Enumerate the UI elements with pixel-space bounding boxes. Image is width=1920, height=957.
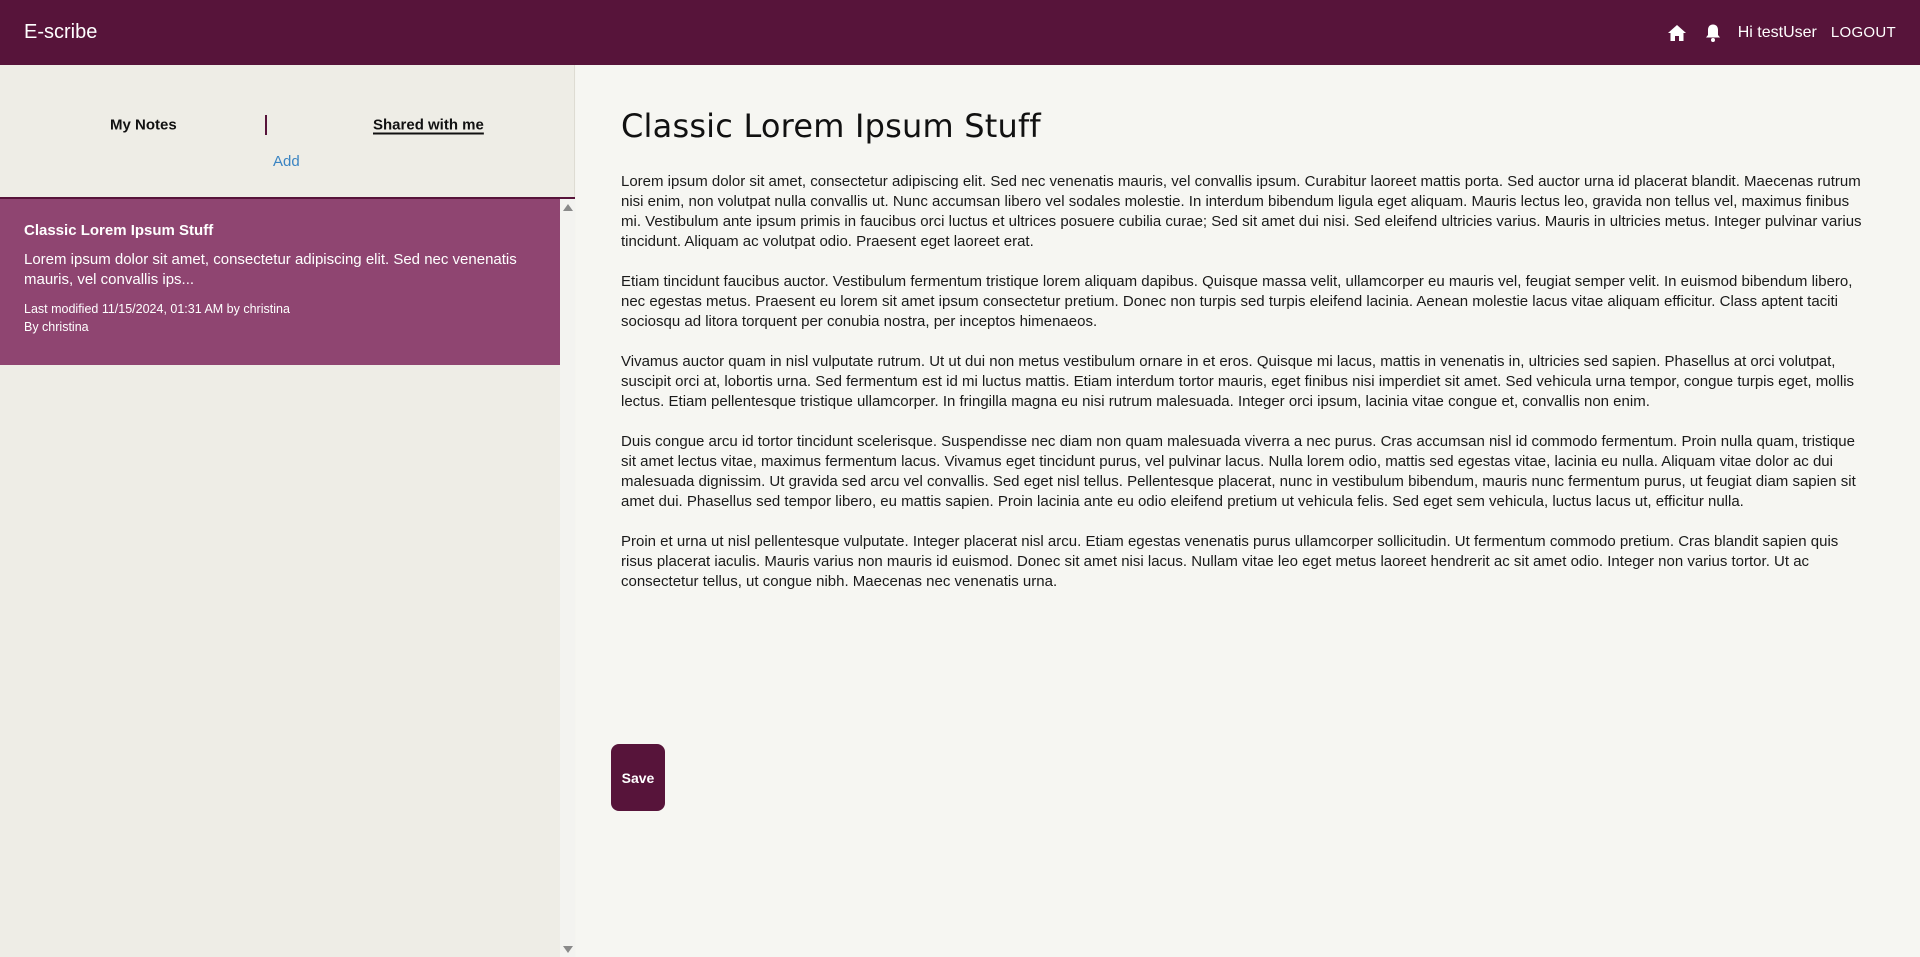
top-bar: E-scribe Hi testUser LOGOUT (0, 0, 1920, 65)
tab-divider (265, 115, 267, 135)
note-item-title: Classic Lorem Ipsum Stuff (24, 222, 214, 239)
home-icon[interactable] (1666, 22, 1688, 44)
logout-button[interactable]: LOGOUT (1831, 24, 1896, 41)
note-paragraph: Proin et urna ut nisl pellentesque vulpu… (621, 533, 1839, 590)
tab-shared-with-me[interactable]: Shared with me (373, 117, 484, 134)
note-item-preview: Lorem ipsum dolor sit amet, consectetur … (24, 251, 517, 288)
notes-tabs: My Notes Shared with me (0, 110, 575, 140)
save-button[interactable]: Save (611, 744, 665, 811)
tab-my-notes[interactable]: My Notes (110, 117, 177, 134)
note-item-author: By christina (24, 320, 89, 334)
add-note-link[interactable]: Add (273, 153, 300, 170)
note-title[interactable]: Classic Lorem Ipsum Stuff (621, 107, 1041, 145)
top-bar-actions: Hi testUser LOGOUT (1666, 22, 1896, 44)
scroll-down-arrow-icon[interactable] (563, 946, 573, 953)
note-body[interactable]: Lorem ipsum dolor sit amet, consectetur … (621, 172, 1871, 612)
note-paragraph: Duis congue arcu id tortor tincidunt sce… (621, 433, 1856, 510)
notes-sidebar: My Notes Shared with me Add Classic Lore… (0, 65, 575, 957)
note-paragraph: Vivamus auctor quam in nisl vulputate ru… (621, 353, 1855, 410)
note-list-item[interactable]: Classic Lorem Ipsum Stuff Lorem ipsum do… (0, 199, 560, 365)
notes-scrollbar[interactable] (560, 199, 575, 957)
note-item-modified: Last modified 11/15/2024, 01:31 AM by ch… (24, 302, 290, 316)
scroll-up-arrow-icon[interactable] (563, 204, 573, 211)
note-editor: Classic Lorem Ipsum Stuff Lorem ipsum do… (576, 65, 1920, 957)
app-brand[interactable]: E-scribe (24, 21, 97, 44)
user-greeting: Hi testUser (1737, 23, 1817, 41)
bell-icon[interactable] (1702, 22, 1724, 44)
note-paragraph: Lorem ipsum dolor sit amet, consectetur … (621, 173, 1862, 250)
note-paragraph: Etiam tincidunt faucibus auctor. Vestibu… (621, 273, 1853, 330)
